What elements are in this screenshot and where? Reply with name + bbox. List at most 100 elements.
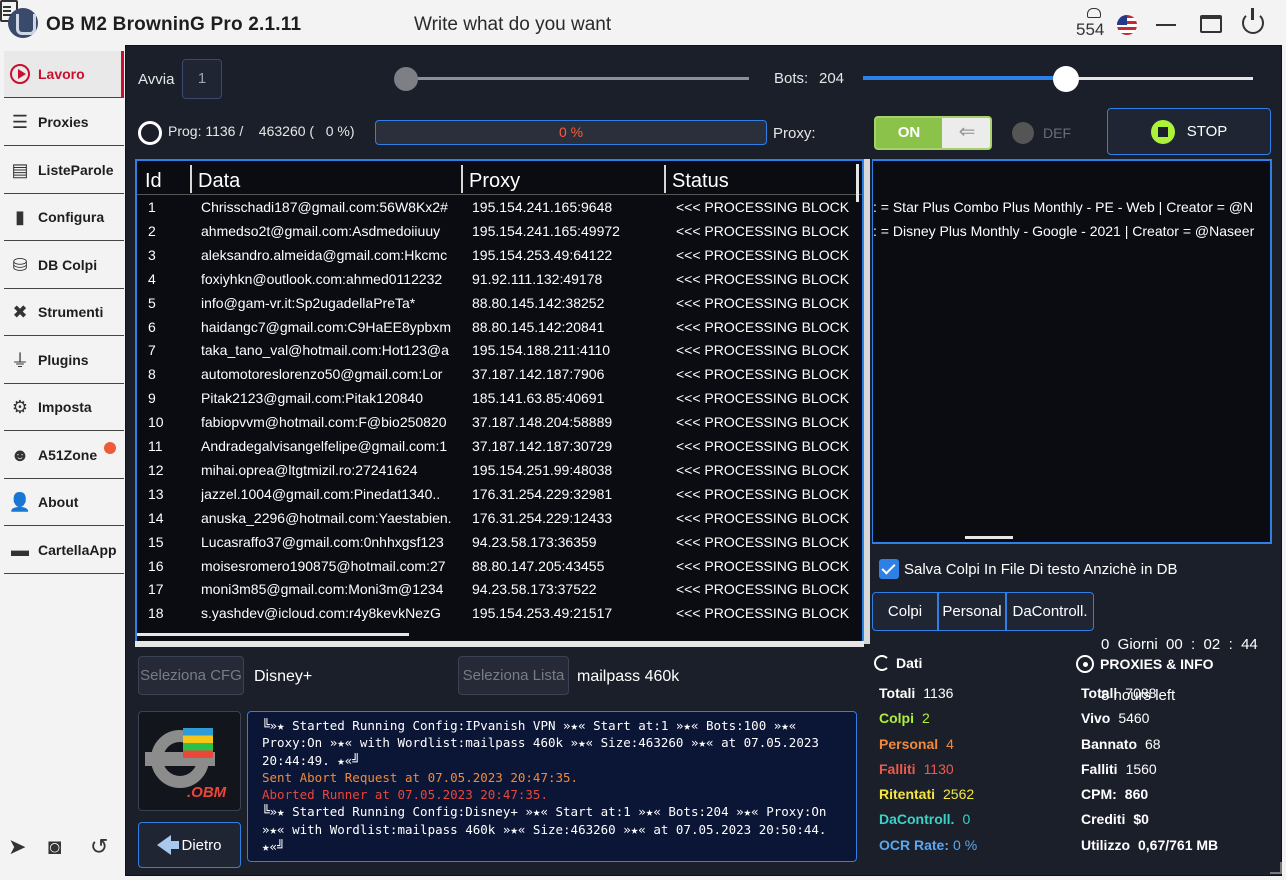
sidebar-item-label: Lavoro bbox=[38, 66, 85, 82]
sidebar-item-about[interactable]: 👤 About bbox=[4, 479, 124, 526]
cell-status: <<< PROCESSING BLOCK: bbox=[676, 318, 849, 335]
proxy-toggle[interactable]: ON ⇐ bbox=[874, 116, 992, 150]
vertical-splitter[interactable] bbox=[864, 159, 870, 644]
dacontroll-button[interactable]: DaControll. bbox=[1006, 592, 1094, 631]
proxies-info-header: PROXIES & INFO bbox=[1076, 655, 1214, 673]
cell-proxy: 185.141.63.85:40691 bbox=[472, 390, 605, 407]
telegram-icon[interactable]: ➤ bbox=[8, 834, 26, 860]
save-to-file-checkbox[interactable] bbox=[879, 559, 899, 579]
resize-grip-icon[interactable] bbox=[1270, 862, 1282, 874]
cell-proxy: 176.31.254.229:12433 bbox=[472, 509, 613, 526]
table-row[interactable]: 8 automotoreslorenzo50@gmail.com:Lor 37.18… bbox=[137, 362, 862, 386]
sidebar-item-cartellaapp[interactable]: ▬ CartellaApp bbox=[4, 527, 124, 574]
sidebar-item-plugins[interactable]: ⏚ Plugins bbox=[4, 337, 124, 384]
sidebar-item-imposta[interactable]: ⚙ Imposta bbox=[4, 384, 124, 431]
select-cfg-button[interactable]: Seleziona CFG bbox=[138, 656, 244, 695]
stat-label: Bannato bbox=[1081, 736, 1137, 752]
sidebar-item-a51zone[interactable]: ☻ A51Zone bbox=[4, 432, 124, 479]
sidebar-item-listeparole[interactable]: ▤ ListeParole bbox=[4, 147, 124, 194]
table-row[interactable]: 17 moni3m85@gmail.com:Moni3m@1234 94.23.58… bbox=[137, 577, 862, 601]
table-row[interactable]: 10 fabiopvvm@hotmail.com:F@bio250820 37.18… bbox=[137, 410, 862, 434]
def-radio[interactable] bbox=[1012, 122, 1034, 144]
column-header-status[interactable]: Status bbox=[672, 170, 729, 193]
table-row[interactable]: 16 moisesromero190875@hotmail.com:27 88.80… bbox=[137, 554, 862, 578]
folder-icon: ▬ bbox=[11, 539, 29, 560]
save-to-file-label: Salva Colpi In File Di testo Anzichè in … bbox=[904, 561, 1178, 578]
horizontal-splitter[interactable] bbox=[135, 641, 864, 647]
column-divider[interactable] bbox=[190, 165, 192, 193]
stat-value: 7088 bbox=[1125, 685, 1157, 701]
sidebar-item-label: Strumenti bbox=[38, 304, 104, 320]
table-row[interactable]: 14 anuska_2296@hotmail.com:Yaestabien. 176… bbox=[137, 506, 862, 530]
counter-value: 554 bbox=[1076, 20, 1105, 39]
cell-data: jazzel.1004@gmail.com:Pinedat1340.. bbox=[201, 485, 441, 502]
table-row[interactable]: 9 Pitak2123@gmail.com:Pitak120840 185.141.… bbox=[137, 386, 862, 410]
minimize-icon[interactable] bbox=[1156, 24, 1176, 26]
cell-data: haidangc7@gmail.com:C9HaEE8ypbxm bbox=[201, 318, 451, 335]
arrow-left-icon: ⇐ bbox=[942, 118, 990, 148]
history-icon[interactable]: ↺ bbox=[90, 834, 108, 860]
proxy-stat-falliti: Falliti 1560 bbox=[1081, 761, 1157, 777]
sidebar-item-configura[interactable]: ▮ Configura bbox=[4, 194, 124, 241]
back-button[interactable]: Dietro bbox=[138, 822, 241, 868]
column-header-proxy[interactable]: Proxy bbox=[469, 170, 520, 193]
column-divider[interactable] bbox=[461, 165, 463, 193]
table-row[interactable]: 3 aleksandro.almeida@gmail.com:Hkcmc 195.1… bbox=[137, 243, 862, 267]
tools-icon: ✖ bbox=[12, 301, 28, 322]
dati-title: Dati bbox=[896, 655, 923, 671]
progress-text: Prog: 1136 / 463260 ( 0 %) bbox=[168, 123, 355, 139]
sidebar-item-strumenti[interactable]: ✖ Strumenti bbox=[4, 289, 124, 336]
proxy-label: Proxy: bbox=[773, 125, 816, 142]
power-icon[interactable] bbox=[1242, 8, 1264, 34]
avvia-input[interactable]: 1 bbox=[182, 59, 222, 99]
personal-button[interactable]: Personal bbox=[938, 592, 1006, 631]
sidebar-item-label: About bbox=[38, 494, 79, 510]
maximize-icon[interactable] bbox=[1200, 15, 1222, 33]
cell-id: 15 bbox=[148, 533, 164, 550]
cell-status: <<< PROCESSING BLOCK: bbox=[676, 246, 849, 263]
app-logo-icon bbox=[8, 8, 38, 38]
bots-label: Bots: bbox=[774, 70, 809, 87]
table-row[interactable]: 7 taka_tano_val@hotmail.com:Hot123@a 195.1… bbox=[137, 338, 862, 362]
sidebar-item-db-colpi[interactable]: ⛁ DB Colpi bbox=[4, 242, 124, 289]
activity-log[interactable]: ╚»★ Started Running Config:IPvanish VPN … bbox=[247, 711, 857, 862]
avvia-slider-track[interactable] bbox=[404, 77, 749, 80]
cell-proxy: 195.154.253.49:64122 bbox=[472, 246, 613, 263]
camera-icon[interactable]: ◙ bbox=[48, 834, 61, 860]
list-icon: ▤ bbox=[11, 159, 29, 180]
title-hint-text[interactable]: Write what do you want bbox=[414, 14, 611, 36]
bots-slider-handle[interactable] bbox=[1052, 66, 1079, 92]
select-list-button[interactable]: Seleziona Lista bbox=[458, 656, 569, 695]
table-row[interactable]: 13 jazzel.1004@gmail.com:Pinedat1340.. 176… bbox=[137, 482, 862, 506]
cell-id: 13 bbox=[148, 485, 164, 502]
stat-value: 1560 bbox=[1125, 761, 1157, 777]
us-flag-icon[interactable] bbox=[1117, 15, 1137, 35]
table-row[interactable]: 15 Lucasraffo37@gmail.com:0nhhxgsf123 94.2… bbox=[137, 530, 862, 554]
sidebar-item-label: Configura bbox=[38, 209, 105, 225]
cell-status: <<< PROCESSING BLOCK: bbox=[676, 557, 849, 574]
sidebar-item-proxies[interactable]: ☰ Proxies bbox=[4, 99, 124, 146]
sidebar-item-lavoro[interactable]: Lavoro bbox=[4, 51, 124, 98]
table-row[interactable]: 11 Andradegalvisangelfelipe@gmail.com:1 37… bbox=[137, 434, 862, 458]
table-row[interactable]: 2 ahmedso2t@gmail.com:Asdmedoiiuuy 195.154… bbox=[137, 219, 862, 243]
cell-id: 11 bbox=[148, 438, 163, 454]
table-row[interactable]: 6 haidangc7@gmail.com:C9HaEE8ypbxm 88.80.1… bbox=[137, 315, 862, 339]
hits-horizontal-scrollbar[interactable] bbox=[965, 536, 1013, 539]
column-divider[interactable] bbox=[664, 165, 666, 193]
table-row[interactable]: 5 info@gam-vr.it:Sp2ugadellaPreTa* 88.80.1… bbox=[137, 291, 862, 315]
table-row[interactable]: 4 foxiyhkn@outlook.com:ahmed0112232 91.92.… bbox=[137, 267, 862, 291]
column-header-id[interactable]: Id bbox=[145, 170, 162, 193]
cell-proxy: 37.187.142.187:30729 bbox=[472, 438, 613, 454]
table-row[interactable]: 12 mihai.oprea@ltgtmizil.ro:27241624 195.1… bbox=[137, 458, 862, 482]
colpi-button[interactable]: Colpi bbox=[872, 592, 938, 631]
column-header-data[interactable]: Data bbox=[198, 170, 240, 193]
table-row[interactable]: 1 Chrisschadi187@gmail.com:56W8Kx2# 195.15… bbox=[137, 195, 862, 219]
update-counter[interactable]: 554 bbox=[1076, 8, 1110, 40]
table-row[interactable]: 18 s.yashdev@icloud.com:r4y8kevkNezG 195.1… bbox=[137, 601, 862, 625]
stop-button[interactable]: STOP bbox=[1107, 108, 1271, 155]
table-horizontal-scrollbar[interactable] bbox=[137, 633, 409, 636]
cell-id: 9 bbox=[148, 390, 156, 407]
stat-personal: Personal 4 bbox=[879, 736, 954, 752]
hit-line: : = Disney Plus Monthly - Google - 2021 … bbox=[873, 223, 1255, 239]
avvia-slider-handle[interactable] bbox=[394, 67, 418, 91]
